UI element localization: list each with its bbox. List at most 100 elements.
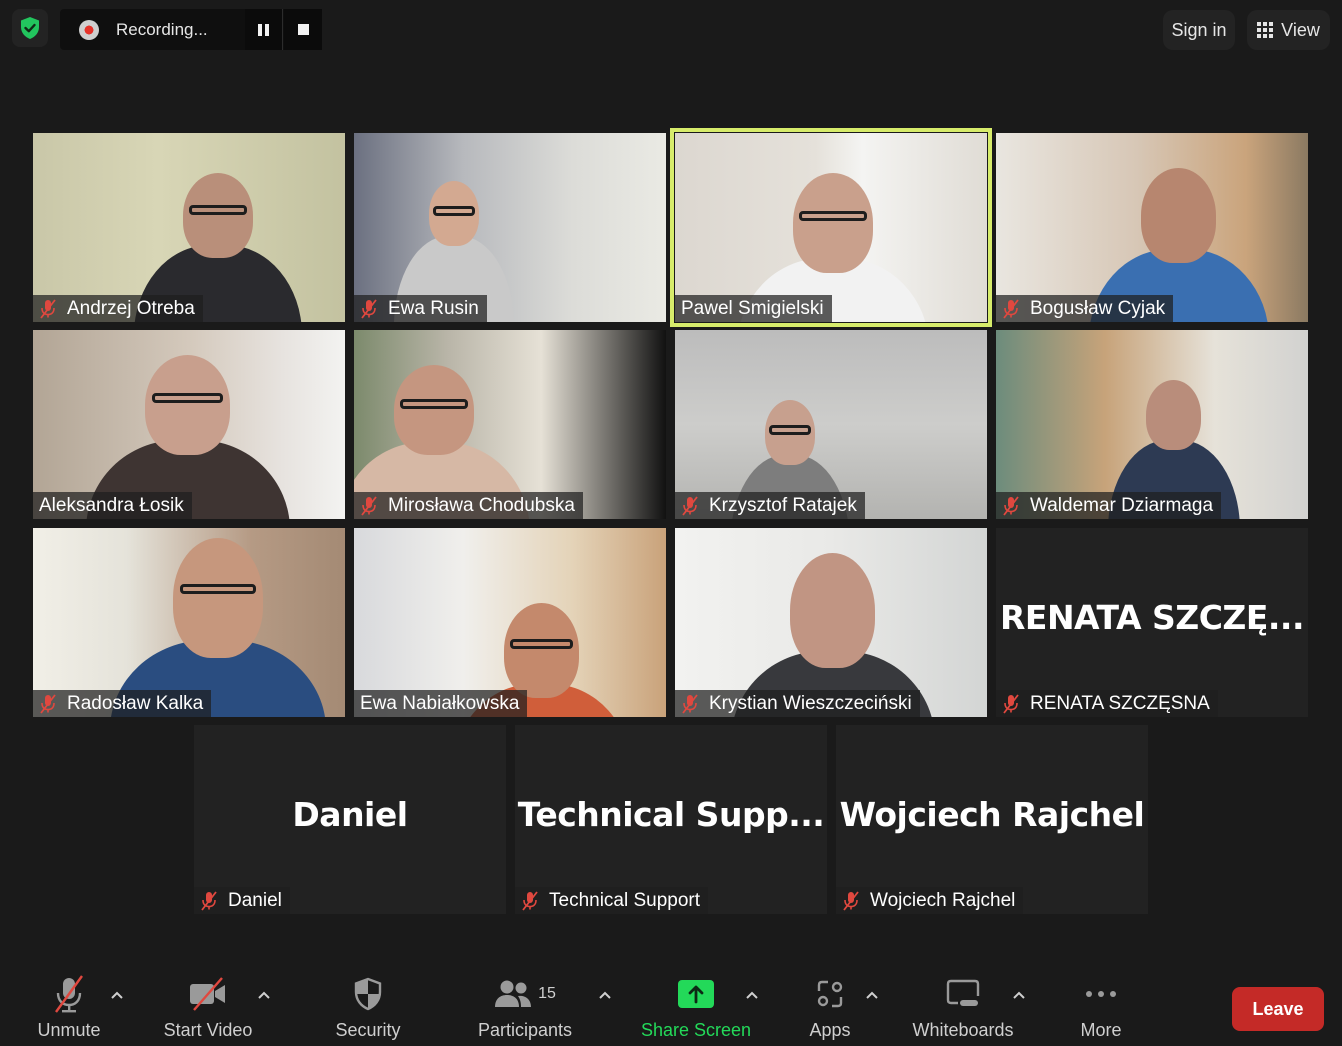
recording-indicator: Recording...	[60, 9, 322, 50]
security-label: Security	[335, 1020, 401, 1040]
muted-mic-icon	[682, 693, 698, 714]
participants-icon-group: 15	[494, 972, 556, 1016]
participant-display-name: RENATA SZCZĘ...	[999, 598, 1305, 637]
participant-tile[interactable]: Ewa Nabiałkowska	[354, 528, 666, 717]
unmute-label: Unmute	[37, 1020, 101, 1040]
muted-mic-icon	[682, 495, 698, 516]
stop-icon	[297, 24, 309, 35]
participant-video	[33, 330, 345, 519]
security-status-button[interactable]	[12, 9, 48, 47]
participant-tile[interactable]: Aleksandra Łosik	[33, 330, 345, 519]
muted-mic-icon	[1003, 495, 1019, 516]
recording-dot-icon	[79, 19, 99, 40]
participant-video	[675, 133, 987, 322]
participant-tile[interactable]: Technical Supp... Technical Support	[515, 725, 827, 914]
audio-options-caret[interactable]	[107, 985, 127, 1005]
participant-name: Daniel	[228, 889, 282, 911]
participant-name: RENATA SZCZĘSNA	[1030, 692, 1210, 714]
participant-name-tag: Technical Support	[515, 887, 709, 914]
chevron-up-icon	[111, 991, 123, 999]
participant-name: Krystian Wieszczeciński	[709, 692, 912, 714]
participant-name: Waldemar Dziarmaga	[1030, 494, 1214, 516]
participant-tile[interactable]: Waldemar Dziarmaga	[996, 330, 1308, 519]
apps-label: Apps	[809, 1020, 851, 1040]
participant-name: Pawel Smigielski	[681, 297, 824, 319]
participant-video	[354, 528, 666, 717]
chevron-up-icon	[746, 991, 758, 999]
participant-name-tag: Radosław Kalka	[33, 690, 212, 717]
muted-mic-icon	[40, 693, 56, 714]
participant-tile[interactable]: Wojciech Rajchel Wojciech Rajchel	[836, 725, 1148, 914]
leave-meeting-button[interactable]: Leave	[1232, 987, 1324, 1031]
apps-button[interactable]: Apps	[802, 972, 858, 1041]
more-button[interactable]: More	[1073, 972, 1129, 1041]
participant-tile[interactable]: Andrzej Otreba	[33, 133, 345, 322]
muted-microphone-icon	[51, 972, 87, 1016]
participant-name-tag: Ewa Rusin	[354, 295, 487, 322]
muted-mic-icon	[843, 890, 859, 911]
participant-name-tag: Andrzej Otreba	[33, 295, 203, 322]
participant-tile[interactable]: Daniel Daniel	[194, 725, 506, 914]
participant-tile[interactable]: Radosław Kalka	[33, 528, 345, 717]
share-screen-icon	[677, 972, 715, 1016]
participant-tile[interactable]: Bogusław Cyjak	[996, 133, 1308, 322]
participant-name-tag: Aleksandra Łosik	[33, 492, 192, 519]
share-screen-options-caret[interactable]	[742, 985, 762, 1005]
chevron-up-icon	[599, 991, 611, 999]
participant-video	[354, 133, 666, 322]
participant-name: Andrzej Otreba	[67, 297, 195, 319]
participant-name-tag: Bogusław Cyjak	[996, 295, 1174, 322]
participant-tile[interactable]: RENATA SZCZĘ... RENATA SZCZĘSNA	[996, 528, 1308, 717]
participants-label: Participants	[477, 1020, 573, 1040]
participant-video	[33, 528, 345, 717]
stop-recording-button[interactable]	[284, 9, 322, 50]
participant-video	[675, 528, 987, 717]
apps-icon	[815, 972, 845, 1016]
participant-name-tag: Daniel	[194, 887, 290, 914]
chevron-up-icon	[866, 991, 878, 999]
participant-tile[interactable]: Pawel Smigielski	[670, 128, 992, 327]
participant-tile[interactable]: Ewa Rusin	[354, 133, 666, 322]
start-video-button[interactable]: Start Video	[160, 972, 256, 1041]
whiteboards-button[interactable]: Whiteboards	[908, 972, 1018, 1041]
participant-name-tag: RENATA SZCZĘSNA	[996, 690, 1218, 717]
chevron-up-icon	[258, 991, 270, 999]
leave-label: Leave	[1252, 998, 1304, 1019]
view-button[interactable]: View	[1247, 10, 1330, 50]
start-video-label: Start Video	[163, 1020, 253, 1040]
view-label: View	[1281, 19, 1320, 40]
apps-options-caret[interactable]	[862, 985, 882, 1005]
chevron-up-icon	[1013, 991, 1025, 999]
muted-mic-icon	[1003, 693, 1019, 714]
participant-name-tag: Mirosława Chodubska	[354, 492, 583, 519]
muted-mic-icon	[1003, 298, 1019, 319]
video-options-caret[interactable]	[254, 985, 274, 1005]
participant-name: Technical Support	[549, 889, 701, 911]
participants-button[interactable]: 15 Participants	[474, 972, 576, 1041]
grid-view-icon	[1257, 22, 1274, 38]
security-button[interactable]: Security	[333, 972, 403, 1041]
participants-options-caret[interactable]	[595, 985, 615, 1005]
share-screen-button[interactable]: Share Screen	[641, 972, 751, 1041]
participant-tile[interactable]: Krzysztof Ratajek	[675, 330, 987, 519]
participant-name: Ewa Nabiałkowska	[360, 692, 520, 714]
participant-tile[interactable]: Krystian Wieszczeciński	[675, 528, 987, 717]
participant-tile[interactable]: Mirosława Chodubska	[354, 330, 666, 519]
participant-name-tag: Krystian Wieszczeciński	[675, 690, 920, 717]
pause-recording-button[interactable]	[245, 9, 283, 50]
sign-in-label: Sign in	[1171, 19, 1227, 40]
participant-video	[996, 330, 1308, 519]
sign-in-button[interactable]: Sign in	[1163, 10, 1235, 50]
participant-name-tag: Waldemar Dziarmaga	[996, 492, 1222, 519]
participant-name-tag: Ewa Nabiałkowska	[354, 690, 528, 717]
participant-name-tag: Wojciech Rajchel	[836, 887, 1024, 914]
participant-display-name: Wojciech Rajchel	[839, 795, 1145, 834]
unmute-button[interactable]: Unmute	[34, 972, 104, 1041]
participant-name: Wojciech Rajchel	[870, 889, 1016, 911]
recording-label: Recording...	[116, 19, 208, 39]
participant-video	[996, 133, 1308, 322]
whiteboards-options-caret[interactable]	[1009, 985, 1029, 1005]
muted-mic-icon	[40, 298, 56, 319]
whiteboard-icon	[946, 972, 980, 1016]
participant-video	[354, 330, 666, 519]
